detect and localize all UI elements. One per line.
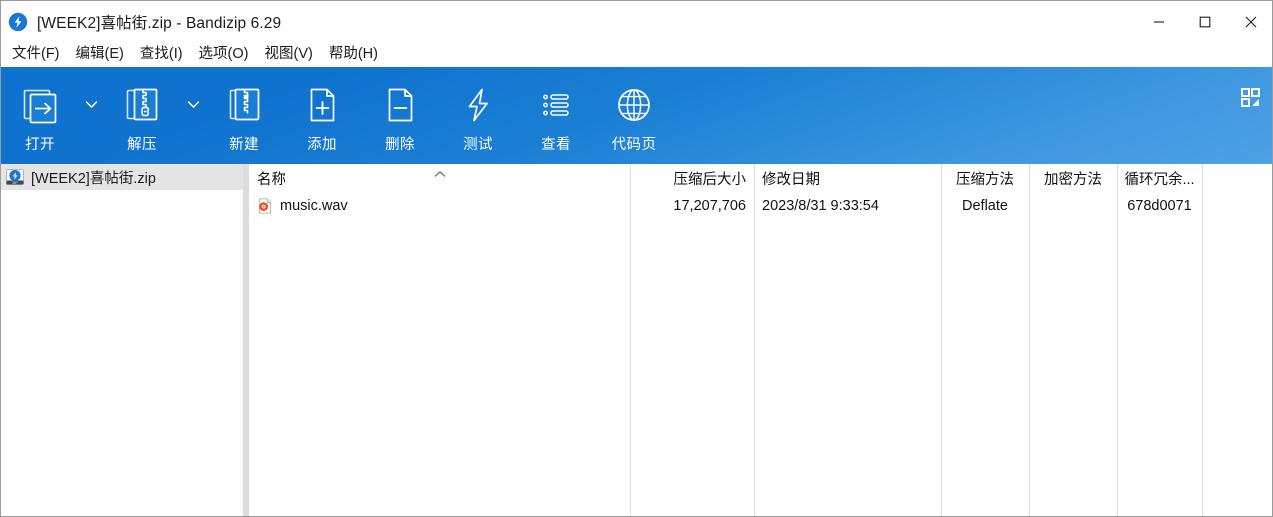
column-header-modified[interactable]: 修改日期 (754, 164, 941, 193)
title-bar: [WEEK2]喜帖街.zip - Bandizip 6.29 (1, 1, 1272, 42)
cell-name: music.wav (249, 193, 630, 218)
column-header-crc[interactable]: 循环冗余... (1117, 164, 1202, 193)
extract-zip-icon (120, 81, 164, 128)
toolbar-button-extract[interactable]: 解压 (103, 67, 181, 160)
bandizip-window: [WEEK2]喜帖街.zip - Bandizip 6.29 文件(F) 编辑(… (0, 0, 1273, 517)
window-title: [WEEK2]喜帖街.zip - Bandizip 6.29 (37, 14, 282, 32)
toolbar-button-codepage[interactable]: 代码页 (595, 67, 673, 160)
toolbar-button-test[interactable]: 测试 (439, 67, 517, 160)
menu-bar: 文件(F) 编辑(E) 查找(I) 选项(O) 视图(V) 帮助(H) (1, 42, 1272, 67)
toolbar-open-dropdown[interactable] (79, 67, 103, 160)
add-file-icon (300, 81, 344, 128)
toolbar-label-open: 打开 (25, 137, 55, 153)
window-controls (1136, 1, 1272, 42)
column-header-packed-size[interactable]: 压缩后大小 (630, 164, 754, 193)
toolbar: 打开 解压 新建 添加 删除 测试 查看 代码页 (1, 67, 1272, 164)
menu-edit[interactable]: 编辑(E) (68, 45, 132, 65)
file-list-header: 名称 压缩后大小 修改日期 压缩方法 加密方法 循环冗余... (249, 164, 1272, 193)
toolbar-button-add[interactable]: 添加 (283, 67, 361, 160)
toolbar-button-open[interactable]: 打开 (1, 67, 79, 160)
column-header-name[interactable]: 名称 (249, 164, 630, 193)
toolbar-button-view[interactable]: 查看 (517, 67, 595, 160)
column-header-modified-label: 修改日期 (762, 172, 820, 188)
minimize-button[interactable] (1136, 1, 1182, 42)
table-row[interactable]: music.wav 17,207,706 2023/8/31 9:33:54 D… (249, 193, 1272, 218)
chevron-down-icon (85, 96, 98, 114)
test-lightning-icon (456, 81, 500, 128)
column-header-name-label: 名称 (257, 172, 286, 188)
close-button[interactable] (1228, 1, 1272, 42)
menu-options[interactable]: 选项(O) (191, 45, 257, 65)
column-header-encryption[interactable]: 加密方法 (1029, 164, 1117, 193)
cell-name-label: music.wav (280, 197, 348, 214)
column-header-method[interactable]: 压缩方法 (941, 164, 1029, 193)
archive-tree-pane: ZIP [WEEK2]喜帖街.zip (1, 164, 243, 516)
sort-ascending-icon (433, 166, 446, 182)
menu-help[interactable]: 帮助(H) (321, 45, 386, 65)
chevron-down-icon (187, 96, 200, 114)
column-header-packed-size-label: 压缩后大小 (673, 172, 747, 188)
toolbar-label-add: 添加 (307, 137, 337, 153)
toolbar-label-codepage: 代码页 (611, 137, 657, 153)
toolbar-label-delete: 删除 (385, 137, 415, 153)
tree-item-label: [WEEK2]喜帖街.zip (31, 170, 156, 187)
menu-find[interactable]: 查找(I) (132, 45, 191, 65)
codepage-globe-icon (612, 81, 656, 128)
toolbar-label-new: 新建 (229, 137, 259, 153)
menu-file[interactable]: 文件(F) (4, 45, 68, 65)
file-list-pane: 名称 压缩后大小 修改日期 压缩方法 加密方法 循环冗余... music.wa… (249, 164, 1272, 516)
column-header-encryption-label: 加密方法 (1044, 172, 1102, 188)
toolbar-button-delete[interactable]: 删除 (361, 67, 439, 160)
column-header-crc-label: 循环冗余... (1124, 172, 1195, 188)
menu-view[interactable]: 视图(V) (256, 45, 320, 65)
svg-text:ZIP: ZIP (12, 181, 18, 185)
view-list-icon (534, 81, 578, 128)
tree-item-archive-root[interactable]: ZIP [WEEK2]喜帖街.zip (1, 164, 243, 190)
toolbar-label-extract: 解压 (127, 137, 157, 153)
cell-method: Deflate (962, 197, 1008, 214)
open-archive-icon (18, 81, 62, 128)
toolbar-label-test: 测试 (463, 137, 493, 153)
zip-archive-icon: ZIP (5, 167, 25, 187)
new-archive-icon (222, 81, 266, 128)
cell-crc: 678d0071 (1127, 197, 1192, 214)
cell-packed-size: 17,207,706 (673, 197, 746, 214)
toolbar-label-view: 查看 (541, 137, 571, 153)
column-header-method-label: 压缩方法 (956, 172, 1014, 188)
media-file-icon (257, 198, 273, 214)
layout-grid-icon[interactable] (1233, 77, 1267, 117)
delete-file-icon (378, 81, 422, 128)
main-content: ZIP [WEEK2]喜帖街.zip 名称 压缩后大小 修改日期 压缩方法 加密… (1, 164, 1272, 516)
toolbar-extract-dropdown[interactable] (181, 67, 205, 160)
cell-encryption (1029, 193, 1117, 218)
bandizip-bolt-logo-icon (8, 12, 28, 32)
toolbar-button-new[interactable]: 新建 (205, 67, 283, 160)
cell-modified: 2023/8/31 9:33:54 (762, 197, 879, 214)
maximize-button[interactable] (1182, 1, 1228, 42)
